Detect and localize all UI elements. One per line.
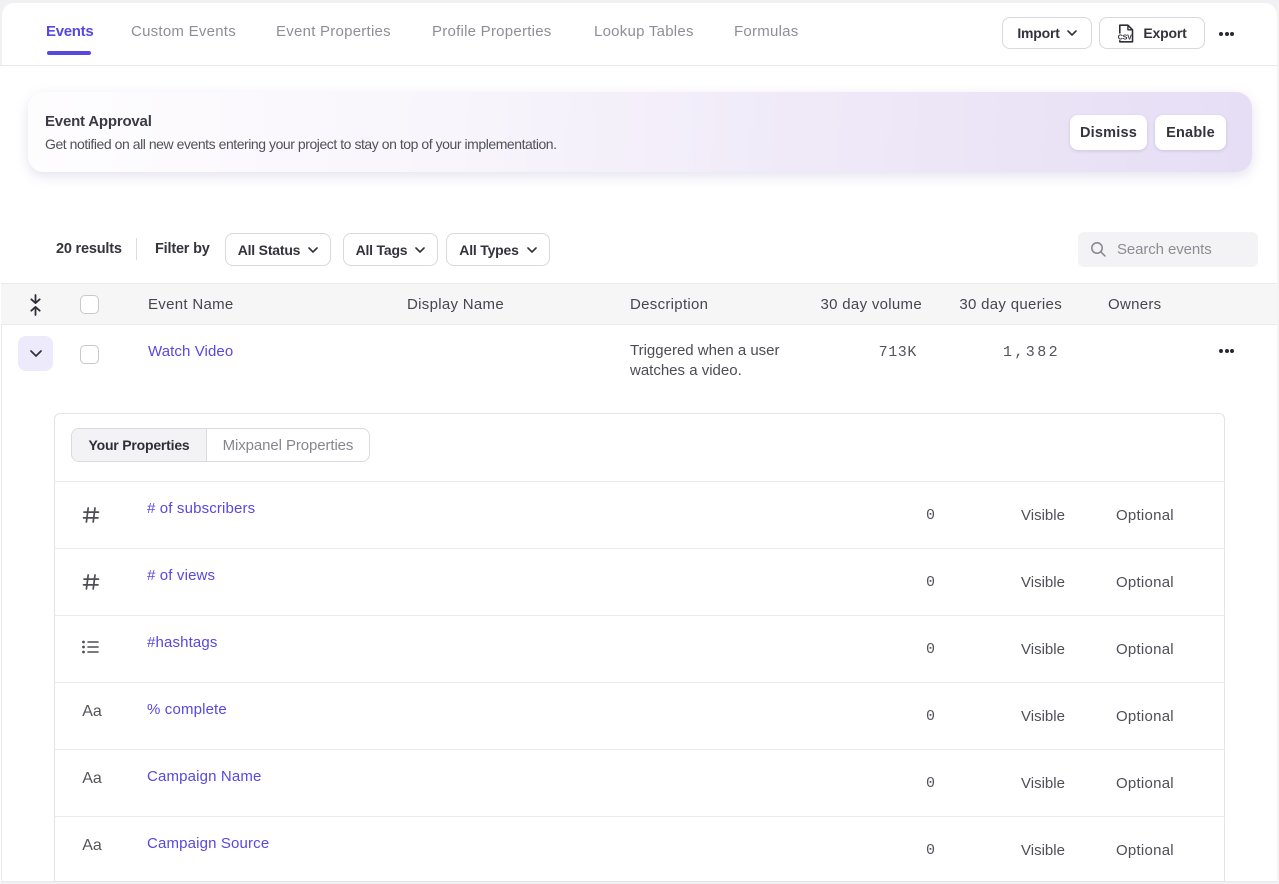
svg-text:CSV: CSV <box>1118 32 1132 41</box>
